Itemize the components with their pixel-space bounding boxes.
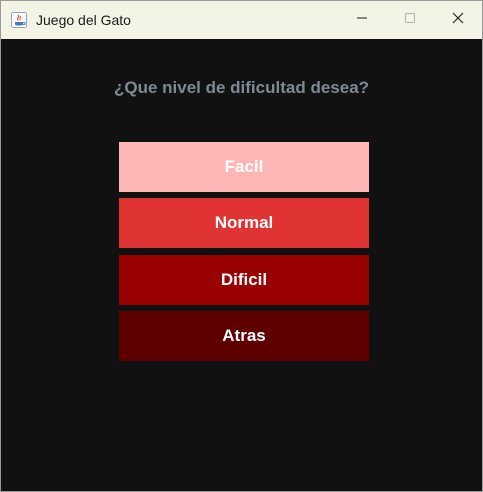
close-button[interactable] <box>434 1 482 39</box>
normal-button[interactable]: Normal <box>119 198 369 248</box>
minimize-button[interactable] <box>338 1 386 39</box>
minimize-icon <box>356 11 368 29</box>
app-window: Juego del Gato ¿Que nivel de dificultad … <box>0 0 483 492</box>
window-title: Juego del Gato <box>36 12 131 28</box>
dificil-button[interactable]: Dificil <box>119 255 369 305</box>
maximize-icon <box>404 11 416 29</box>
window-controls <box>338 1 482 39</box>
java-icon <box>10 11 28 29</box>
title-bar[interactable]: Juego del Gato <box>1 1 482 39</box>
close-icon <box>452 11 464 29</box>
atras-button[interactable]: Atras <box>119 311 369 361</box>
facil-button[interactable]: Facil <box>119 142 369 192</box>
maximize-button[interactable] <box>386 1 434 39</box>
difficulty-panel: ¿Que nivel de dificultad desea? Facil No… <box>1 39 482 491</box>
difficulty-prompt: ¿Que nivel de dificultad desea? <box>113 78 370 97</box>
